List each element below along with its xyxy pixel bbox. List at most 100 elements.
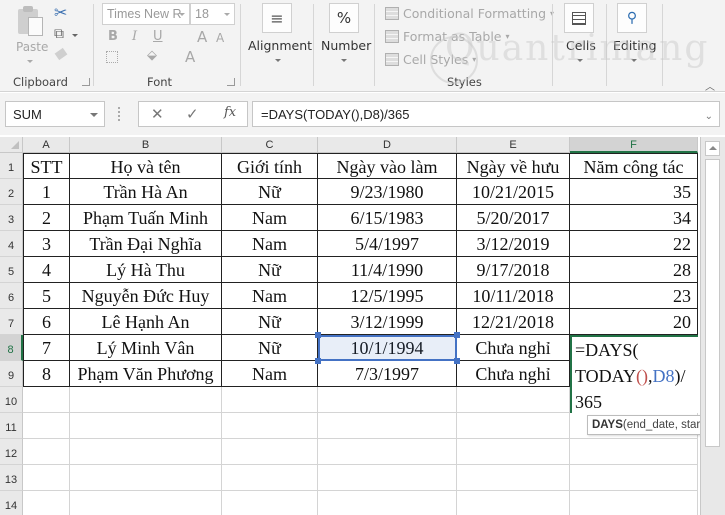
table-cell[interactable]: 5/4/1997 bbox=[318, 231, 457, 257]
table-cell[interactable] bbox=[457, 387, 570, 413]
shrink-font-button[interactable]: A bbox=[216, 31, 224, 45]
font-size-select[interactable]: 18 bbox=[190, 3, 235, 25]
table-cell[interactable]: 7 bbox=[23, 335, 70, 361]
table-cell[interactable]: 6/15/1983 bbox=[318, 205, 457, 231]
table-cell[interactable]: Lê Hạnh An bbox=[70, 309, 222, 335]
row-header-10[interactable]: 10 bbox=[0, 387, 23, 413]
table-cell[interactable]: 3/12/1999 bbox=[318, 309, 457, 335]
table-cell[interactable] bbox=[222, 465, 318, 491]
table-cell[interactable] bbox=[457, 465, 570, 491]
table-cell[interactable]: 3 bbox=[23, 231, 70, 257]
table-cell[interactable]: 20 bbox=[570, 309, 698, 335]
table-cell[interactable] bbox=[570, 465, 698, 491]
number-group[interactable]: % Number bbox=[314, 0, 374, 92]
table-cell[interactable]: Nam bbox=[222, 283, 318, 309]
table-cell[interactable]: 34 bbox=[570, 205, 698, 231]
scrollbar-thumb[interactable] bbox=[705, 159, 720, 447]
row-header-3[interactable]: 3 bbox=[0, 205, 23, 231]
cancel-icon[interactable]: ✕ bbox=[151, 105, 164, 123]
table-cell[interactable] bbox=[23, 387, 70, 413]
clipboard-dialog-launcher[interactable] bbox=[82, 78, 90, 86]
row-header-13[interactable]: 13 bbox=[0, 465, 23, 491]
table-cell[interactable]: Lý Minh Vân bbox=[70, 335, 222, 361]
copy-dropdown-caret[interactable] bbox=[72, 34, 78, 37]
table-cell[interactable] bbox=[457, 413, 570, 439]
editing-group[interactable]: ⚲ Editing bbox=[607, 0, 662, 92]
table-cell[interactable]: 22 bbox=[570, 231, 698, 257]
table-cell[interactable]: 6 bbox=[23, 309, 70, 335]
table-cell[interactable]: 10/1/1994 bbox=[318, 335, 457, 361]
table-cell[interactable] bbox=[23, 413, 70, 439]
table-cell[interactable]: Nguyễn Đức Huy bbox=[70, 283, 222, 309]
header-cell[interactable]: Năm công tác bbox=[570, 153, 698, 179]
column-header-f[interactable]: F bbox=[570, 137, 698, 153]
row-header-14[interactable]: 14 bbox=[0, 491, 23, 515]
active-cell-editor[interactable]: =DAYS(TODAY(),D8)/ 365 bbox=[570, 335, 698, 413]
table-cell[interactable]: 23 bbox=[570, 283, 698, 309]
format-as-table-button[interactable]: Format as Table ▾ bbox=[385, 29, 510, 44]
column-header-e[interactable]: E bbox=[457, 137, 570, 153]
row-header-2[interactable]: 2 bbox=[0, 179, 23, 205]
table-cell[interactable] bbox=[70, 491, 222, 515]
copy-icon[interactable]: ⧉ bbox=[54, 26, 64, 42]
table-cell[interactable]: Trần Đại Nghĩa bbox=[70, 231, 222, 257]
paste-icon[interactable] bbox=[18, 6, 44, 38]
table-cell[interactable] bbox=[23, 491, 70, 515]
tooltip-function-name[interactable]: DAYS bbox=[592, 419, 623, 431]
resize-handle[interactable] bbox=[315, 358, 321, 364]
table-cell[interactable] bbox=[70, 387, 222, 413]
table-cell[interactable] bbox=[570, 439, 698, 465]
table-cell[interactable] bbox=[222, 491, 318, 515]
borders-icon[interactable] bbox=[106, 51, 118, 63]
cell-styles-button[interactable]: Cell Styles ▾ bbox=[385, 52, 476, 67]
table-cell[interactable]: 12/21/2018 bbox=[457, 309, 570, 335]
table-cell[interactable] bbox=[222, 387, 318, 413]
table-cell[interactable]: 4 bbox=[23, 257, 70, 283]
row-header-4[interactable]: 4 bbox=[0, 231, 23, 257]
table-cell[interactable]: Lý Hà Thu bbox=[70, 257, 222, 283]
table-cell[interactable]: 7/3/1997 bbox=[318, 361, 457, 387]
table-cell[interactable] bbox=[457, 439, 570, 465]
table-cell[interactable]: 10/11/2018 bbox=[457, 283, 570, 309]
table-cell[interactable]: Chưa nghỉ bbox=[457, 335, 570, 361]
table-cell[interactable] bbox=[570, 491, 698, 515]
vertical-scrollbar[interactable] bbox=[700, 137, 725, 515]
row-header-9[interactable]: 9 bbox=[0, 361, 23, 387]
formula-bar-grip[interactable] bbox=[118, 107, 120, 121]
table-cell[interactable] bbox=[318, 387, 457, 413]
resize-handle[interactable] bbox=[315, 332, 321, 338]
row-header-8[interactable]: 8 bbox=[0, 335, 23, 361]
table-cell[interactable]: 5/20/2017 bbox=[457, 205, 570, 231]
alignment-group[interactable]: ≡ Alignment bbox=[241, 0, 313, 92]
paste-dropdown-caret[interactable] bbox=[27, 60, 33, 63]
table-cell[interactable] bbox=[70, 439, 222, 465]
table-cell[interactable]: 3/12/2019 bbox=[457, 231, 570, 257]
row-header-6[interactable]: 6 bbox=[0, 283, 23, 309]
chevron-down-icon[interactable] bbox=[90, 113, 98, 117]
column-header-d[interactable]: D bbox=[318, 137, 457, 153]
formula-input[interactable]: =DAYS(TODAY(),D8)/365 ⌄ bbox=[252, 101, 720, 127]
paste-button[interactable]: Paste bbox=[16, 40, 48, 54]
format-painter-icon[interactable] bbox=[54, 47, 68, 61]
table-cell[interactable]: Nữ bbox=[222, 257, 318, 283]
table-cell[interactable]: 11/4/1990 bbox=[318, 257, 457, 283]
font-name-select[interactable]: Times New R bbox=[102, 3, 190, 25]
table-cell[interactable] bbox=[318, 465, 457, 491]
table-cell[interactable]: Nam bbox=[222, 361, 318, 387]
row-header-1[interactable]: 1 bbox=[0, 153, 23, 179]
header-cell[interactable]: Ngày về hưu bbox=[457, 153, 570, 179]
collapse-ribbon-icon[interactable]: ︿ bbox=[705, 78, 715, 93]
table-cell[interactable] bbox=[70, 413, 222, 439]
table-cell[interactable] bbox=[318, 413, 457, 439]
font-dialog-launcher[interactable] bbox=[227, 78, 235, 86]
conditional-formatting-button[interactable]: Conditional Formatting ▾ bbox=[385, 6, 554, 21]
table-cell[interactable]: Phạm Tuấn Minh bbox=[70, 205, 222, 231]
table-cell[interactable] bbox=[70, 465, 222, 491]
table-cell[interactable] bbox=[222, 413, 318, 439]
table-cell[interactable]: Nữ bbox=[222, 335, 318, 361]
row-header-5[interactable]: 5 bbox=[0, 257, 23, 283]
table-cell[interactable]: Trần Hà An bbox=[70, 179, 222, 205]
fill-color-icon[interactable]: ⬙ bbox=[147, 48, 157, 63]
enter-icon[interactable]: ✓ bbox=[186, 105, 199, 123]
table-cell[interactable] bbox=[222, 439, 318, 465]
